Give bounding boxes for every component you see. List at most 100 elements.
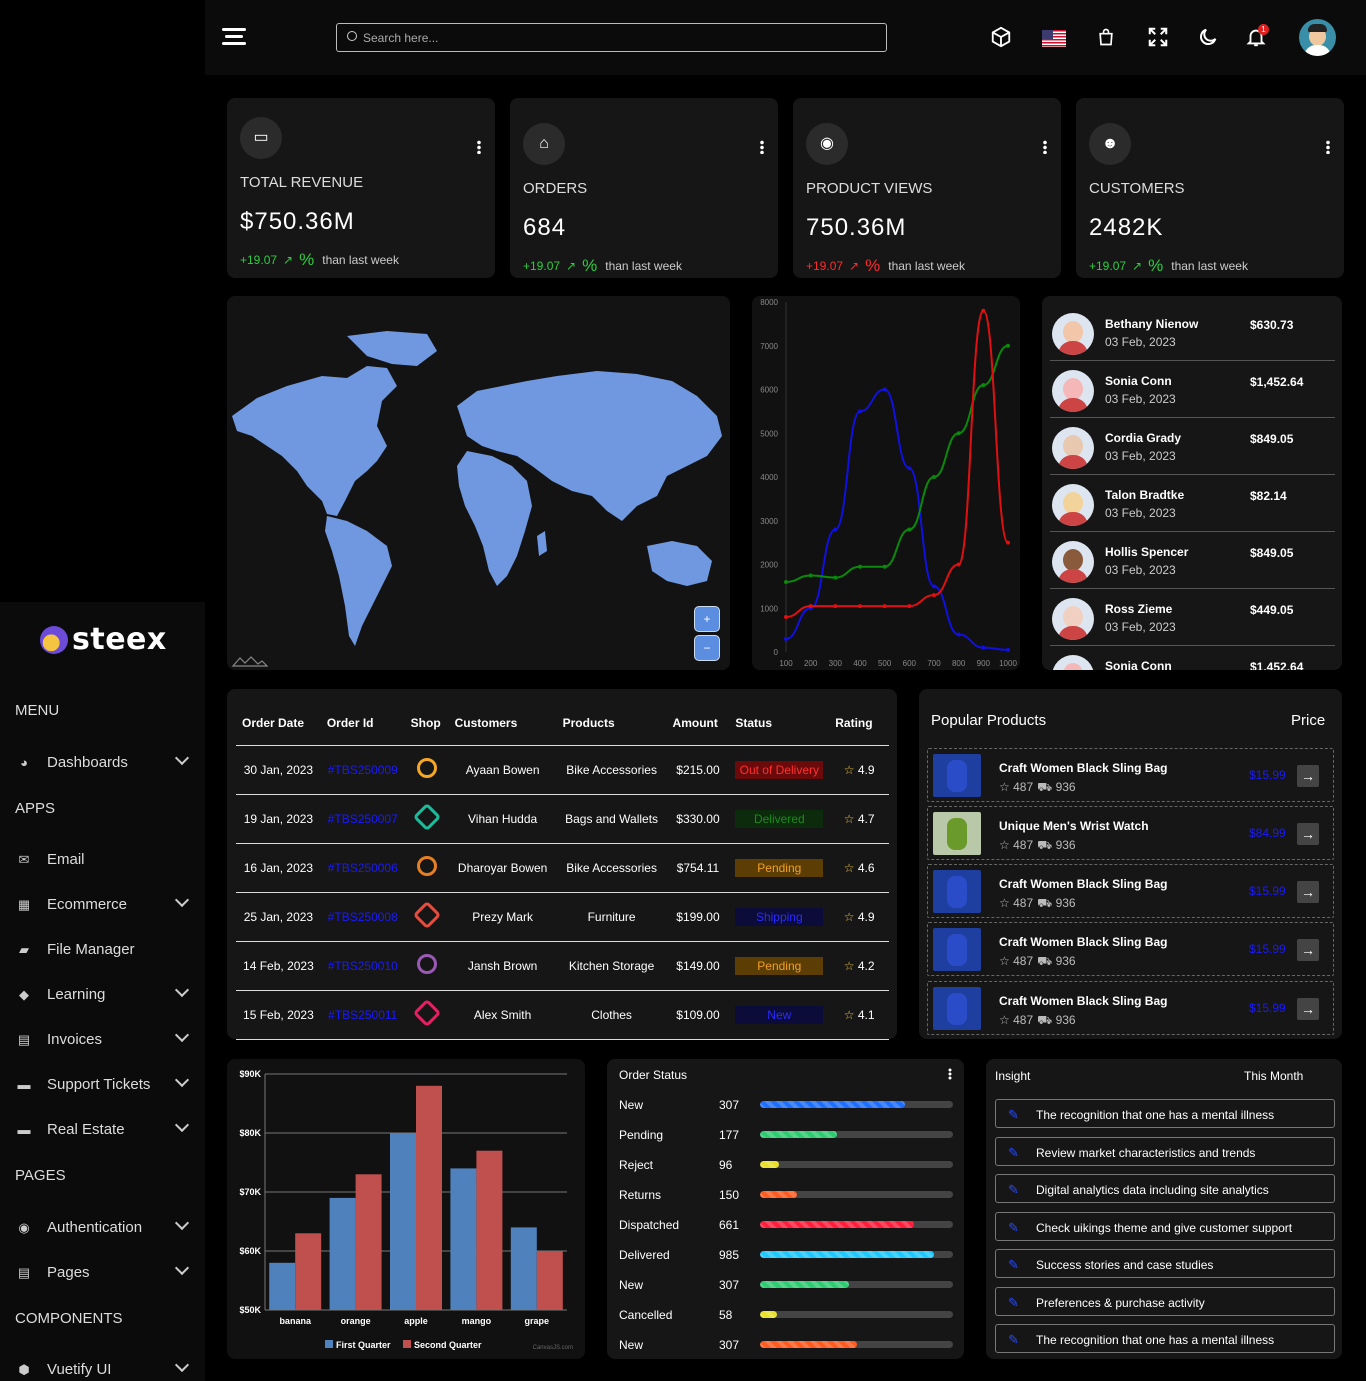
- column-header-order-date[interactable]: Order Date: [236, 702, 321, 746]
- sidebar-item-pages[interactable]: ▤ Pages: [15, 1260, 195, 1284]
- column-header-status[interactable]: Status: [729, 702, 830, 746]
- table-row[interactable]: 19 Jan, 2023 #TBS250007 Vihan Hudda Bags an…: [236, 794, 889, 844]
- order-id-link[interactable]: #TBS250009: [320, 745, 405, 795]
- change-caption: than last week: [322, 253, 399, 267]
- world-map[interactable]: [227, 306, 730, 666]
- box-icon[interactable]: [989, 26, 1013, 50]
- insight-item[interactable]: ✎ Check uikings theme and give customer s…: [995, 1211, 1335, 1241]
- more-options-icon[interactable]: [760, 140, 764, 154]
- shopping-bag-icon[interactable]: [1094, 26, 1118, 50]
- insight-item[interactable]: ✎ Success stories and case studies: [995, 1249, 1335, 1278]
- customer-date: 03 Feb, 2023: [1105, 392, 1176, 406]
- table-row[interactable]: 25 Jan, 2023 #TBS250008 Prezy Mark Furnitur…: [236, 892, 889, 942]
- progress-fill: [760, 1281, 849, 1288]
- arrow-right-icon[interactable]: →: [1297, 939, 1319, 961]
- customer-row[interactable]: Bethany Nienow 03 Feb, 2023 $630.73: [1050, 304, 1335, 361]
- price-column-label: Price: [1291, 712, 1326, 729]
- product-stats: ☆ 487 ⛟ 936: [999, 954, 1076, 970]
- order-id-link[interactable]: #TBS250008: [320, 892, 405, 942]
- us-flag-icon[interactable]: [1042, 29, 1066, 47]
- y-tick-label: $50K: [239, 1305, 261, 1315]
- insight-item[interactable]: ✎ The recognition that one has a mental i…: [995, 1324, 1335, 1353]
- shop-logo-icon: [412, 753, 441, 783]
- insight-period[interactable]: This Month: [1244, 1069, 1303, 1083]
- customer-row[interactable]: Talon Bradtke 03 Feb, 2023 $82.14: [1050, 475, 1335, 532]
- bell-icon[interactable]: 1: [1244, 24, 1269, 50]
- sidebar-item-authentication[interactable]: ◉ Authentication: [15, 1215, 195, 1239]
- sidebar-item-real-estate[interactable]: ▬ Real Estate: [15, 1117, 195, 1141]
- product-row[interactable]: Unique Men's Wrist Watch ☆ 487 ⛟ 936 $84.99…: [927, 806, 1334, 860]
- customer-row[interactable]: Hollis Spencer 03 Feb, 2023 $849.05: [1050, 532, 1335, 589]
- order-id-link[interactable]: #TBS250011: [320, 990, 405, 1040]
- product-name: Craft Women Black Sling Bag: [999, 877, 1168, 891]
- sidebar-item-learning[interactable]: ◆ Learning: [15, 982, 195, 1006]
- sidebar-item-vuetify-ui[interactable]: ⬢ Vuetify UI: [15, 1357, 195, 1381]
- more-options-icon[interactable]: [477, 140, 481, 154]
- insight-item[interactable]: ✎ The recognition that one has a mental i…: [995, 1099, 1335, 1128]
- graduation-cap-icon: ◆: [19, 987, 29, 1002]
- column-header-products[interactable]: Products: [556, 702, 667, 746]
- column-header-amount[interactable]: Amount: [666, 702, 730, 746]
- column-header-order-id[interactable]: Order Id: [320, 702, 405, 746]
- sidebar-item-label: Pages: [47, 1263, 90, 1281]
- legend-swatch: [403, 1340, 411, 1348]
- arrow-right-icon[interactable]: →: [1297, 881, 1319, 903]
- hamburger-menu-icon[interactable]: [222, 28, 246, 46]
- order-id-link[interactable]: #TBS250010: [320, 941, 405, 991]
- search-input[interactable]: Search here...: [336, 23, 887, 52]
- insight-item[interactable]: ✎ Preferences & purchase activity: [995, 1286, 1335, 1316]
- order-id-link[interactable]: #TBS250007: [320, 794, 405, 844]
- sidebar-item-support-tickets[interactable]: ▬ Support Tickets: [15, 1072, 195, 1096]
- sidebar-item-label: Ecommerce: [47, 895, 128, 913]
- product-row[interactable]: Craft Women Black Sling Bag ☆ 487 ⛟ 936 $15…: [927, 748, 1334, 802]
- insight-item[interactable]: ✎ Review market characteristics and trend…: [995, 1136, 1335, 1166]
- customer-row[interactable]: Sonia Conn $1,452.64: [1050, 646, 1335, 670]
- column-header-rating[interactable]: Rating: [829, 702, 889, 746]
- order-date: 19 Jan, 2023: [236, 794, 321, 844]
- user-avatar[interactable]: [1299, 19, 1336, 56]
- x-tick-label: orange: [341, 1316, 371, 1326]
- rating-value: 4.6: [857, 860, 875, 875]
- column-header-shop[interactable]: Shop: [404, 702, 449, 746]
- progress-bar: [760, 1161, 953, 1168]
- customer-row[interactable]: Ross Zieme 03 Feb, 2023 $449.05: [1050, 589, 1335, 646]
- table-row[interactable]: 30 Jan, 2023 #TBS250009 Ayaan Bowen Bike Ac…: [236, 745, 889, 795]
- map-zoom-out-button[interactable]: −: [694, 635, 720, 661]
- amount: $754.11: [666, 843, 730, 893]
- more-options-icon[interactable]: [948, 1068, 952, 1080]
- map-zoom-in-button[interactable]: +: [694, 606, 720, 632]
- more-options-icon[interactable]: [1043, 140, 1047, 154]
- table-row[interactable]: 14 Feb, 2023 #TBS250010 Jansh Brown Kitchen…: [236, 941, 889, 991]
- sidebar-item-file-manager[interactable]: ▰ File Manager: [15, 937, 195, 961]
- order-id-link[interactable]: #TBS250006: [320, 843, 405, 893]
- bar-mango-0: [450, 1168, 477, 1310]
- product-row[interactable]: Craft Women Black Sling Bag ☆ 487 ⛟ 936 $15…: [927, 922, 1334, 976]
- column-header-customers[interactable]: Customers: [448, 702, 557, 746]
- customer-row[interactable]: Cordia Grady 03 Feb, 2023 $849.05: [1050, 418, 1335, 475]
- sidebar-item-email[interactable]: ✉ Email: [15, 847, 195, 871]
- x-tick-label: 800: [952, 659, 966, 668]
- arrow-right-icon[interactable]: →: [1297, 765, 1319, 787]
- moon-icon[interactable]: [1196, 26, 1220, 50]
- fullscreen-icon[interactable]: [1146, 26, 1170, 50]
- sidebar-item-ecommerce[interactable]: ▦ Ecommerce: [15, 892, 195, 916]
- sidebar-item-dashboards[interactable]: ◕ Dashboards: [15, 750, 195, 774]
- sidebar-item-invoices[interactable]: ▤ Invoices: [15, 1027, 195, 1051]
- more-options-icon[interactable]: [1326, 140, 1330, 154]
- table-row[interactable]: 16 Jan, 2023 #TBS250006 Dharoyar Bowen Bike…: [236, 843, 889, 893]
- table-row[interactable]: 15 Feb, 2023 #TBS250011 Alex Smith Clothes $…: [236, 990, 889, 1040]
- insight-item[interactable]: ✎ Digital analytics data including site a…: [995, 1174, 1335, 1203]
- product-row[interactable]: Craft Women Black Sling Bag ☆ 487 ⛟ 936 $15…: [927, 981, 1334, 1035]
- x-tick-label: 600: [903, 659, 917, 668]
- brand-logo[interactable]: steex: [40, 622, 167, 657]
- rating-value: 4.2: [857, 958, 875, 973]
- arrow-right-icon[interactable]: →: [1297, 823, 1319, 845]
- x-tick-label: grape: [525, 1316, 550, 1326]
- product-image: [933, 870, 981, 913]
- insight-text: The recognition that one has a mental il…: [1036, 1108, 1275, 1122]
- x-tick-label: 100: [779, 659, 793, 668]
- stat-value: $750.36M: [240, 208, 355, 235]
- arrow-right-icon[interactable]: →: [1297, 998, 1319, 1020]
- product-row[interactable]: Craft Women Black Sling Bag ☆ 487 ⛟ 936 $15…: [927, 864, 1334, 918]
- customer-row[interactable]: Sonia Conn 03 Feb, 2023 $1,452.64: [1050, 361, 1335, 418]
